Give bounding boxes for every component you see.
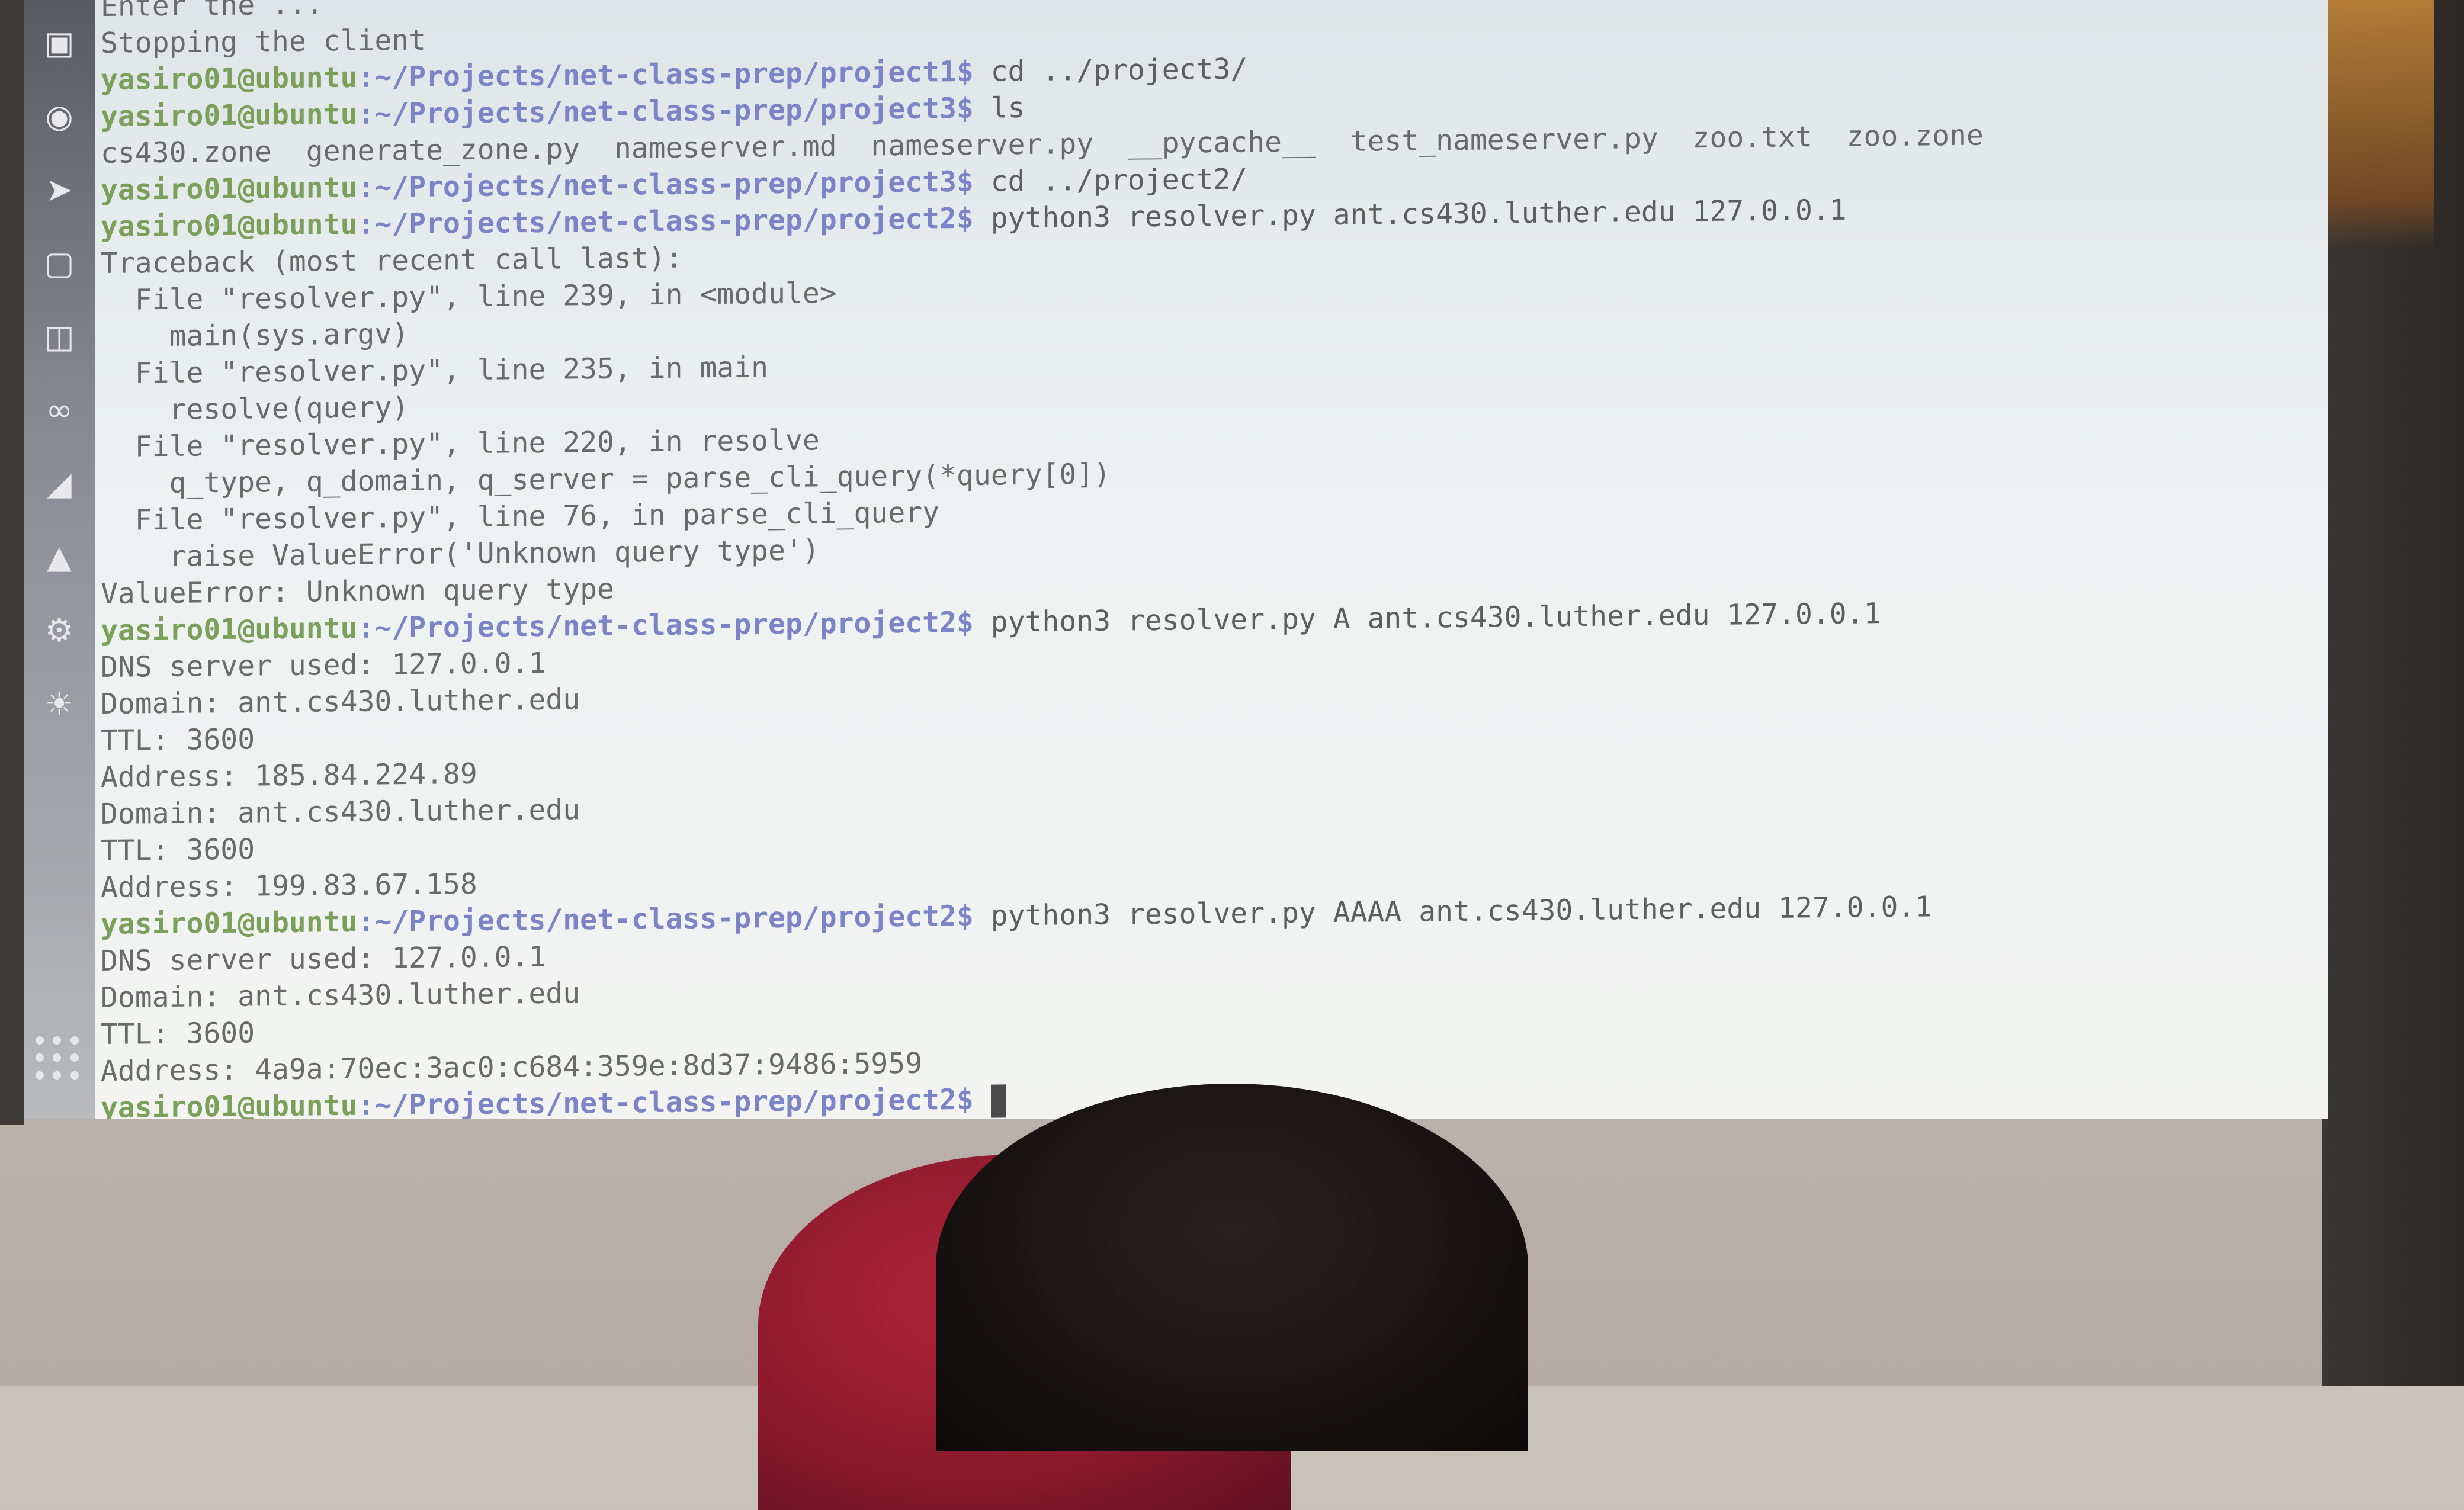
hair [936,1084,1528,1451]
terminal-icon[interactable]: ▣ [36,19,83,66]
window-glow [2328,0,2434,249]
prompt-path: :~/Projects/net-class-prep/project2$ [357,201,974,241]
output-text: Domain: ant.cs430.luther.edu [101,683,580,721]
output-text: File "resolver.py", line 235, in main [101,351,769,390]
output-text: Address: 199.83.67.158 [101,867,477,904]
sun-icon[interactable]: ☀ [36,680,83,727]
terminal-output[interactable]: Enter the ... Stopping the client yasiro01… [101,0,2316,1119]
output-text: main(sys.argv) [101,317,409,354]
prompt: yasiro01@ubuntu:~/Projects/net-class-pre… [101,606,974,647]
prompt-path: :~/Projects/net-class-prep/project1$ [357,54,974,94]
prompt: yasiro01@ubuntu:~/Projects/net-class-pre… [101,165,974,207]
output-text: Domain: ant.cs430.luther.edu [101,793,580,831]
prompt-user: yasiro01@ubuntu [101,207,358,243]
output-text: Domain: ant.cs430.luther.edu [101,976,580,1014]
prompt-path: :~/Projects/net-class-prep/project2$ [357,605,974,645]
prompt-path: :~/Projects/net-class-prep/project3$ [357,165,974,204]
person-head [711,1084,1587,1510]
prompt: yasiro01@ubuntu:~/Projects/net-class-pre… [101,899,974,941]
prompt: yasiro01@ubuntu:~/Projects/net-class-pre… [101,92,974,133]
wall-left [0,0,24,1125]
output-text: ValueError: Unknown query type [101,572,614,611]
infinity-icon[interactable]: ∞ [36,386,83,433]
software-icon[interactable]: ▲ [36,533,83,580]
output-text: TTL: 3600 [101,833,255,868]
apps-grid-icon[interactable] [36,1036,83,1084]
output-text: Enter the ... [101,0,323,24]
settings-icon[interactable]: ⚙ [36,606,83,654]
prompt-user: yasiro01@ubuntu [101,611,358,647]
files-icon[interactable]: ▢ [36,239,83,287]
prompt-user: yasiro01@ubuntu [101,1088,358,1119]
prompt: yasiro01@ubuntu:~/Projects/net-class-pre… [101,202,974,243]
command-text: ls [973,91,1025,125]
command-text: python3 resolver.py A ant.cs430.luther.e… [973,597,1881,639]
chrome-icon[interactable]: ◉ [36,92,83,140]
prompt-user: yasiro01@ubuntu [101,97,358,133]
command-text: cd ../project2/ [973,162,1248,198]
wall-right [2322,0,2464,1386]
thunderbird-icon[interactable]: ➤ [36,166,83,213]
output-text: TTL: 3600 [101,722,255,757]
output-text: resolve(query) [101,391,409,427]
command-text: python3 resolver.py ant.cs430.luther.edu… [973,193,1847,235]
command-text: python3 resolver.py AAAA ant.cs430.luthe… [973,890,1933,933]
prompt-user: yasiro01@ubuntu [101,171,358,207]
database-icon[interactable]: ◫ [36,313,83,360]
output-text: Address: 4a9a:70ec:3ac0:c684:359e:8d37:9… [101,1046,923,1088]
prompt-path: :~/Projects/net-class-prep/project3$ [357,91,974,131]
output-text: File "resolver.py", line 76, in parse_cl… [101,496,940,537]
output-text: File "resolver.py", line 239, in <module… [101,277,837,317]
prompt-user: yasiro01@ubuntu [101,905,358,941]
output-text: Address: 185.84.224.89 [101,757,477,794]
output-text: File "resolver.py", line 220, in resolve [101,423,820,464]
prompt-path: :~/Projects/net-class-prep/project2$ [357,899,974,939]
command-text: cd ../project3/ [973,52,1248,88]
output-text: raise ValueError('Unknown query type') [101,534,820,574]
output-text: DNS server used: 127.0.0.1 [101,646,546,684]
prompt: yasiro01@ubuntu:~/Projects/net-class-pre… [101,55,974,97]
projected-screen: ▣ ◉ ➤ ▢ ◫ ∞ ◢ ▲ ⚙ ☀ Enter the ... Stoppin… [24,0,2328,1119]
output-text: Traceback (most recent call last): [101,241,683,280]
disk-icon[interactable]: ◢ [36,460,83,507]
output-text: DNS server used: 127.0.0.1 [101,940,546,978]
output-text: Stopping the client [101,23,426,60]
output-text: TTL: 3600 [101,1016,255,1051]
prompt-user: yasiro01@ubuntu [101,60,358,97]
launcher-sidebar: ▣ ◉ ➤ ▢ ◫ ∞ ◢ ▲ ⚙ ☀ [24,0,95,1119]
